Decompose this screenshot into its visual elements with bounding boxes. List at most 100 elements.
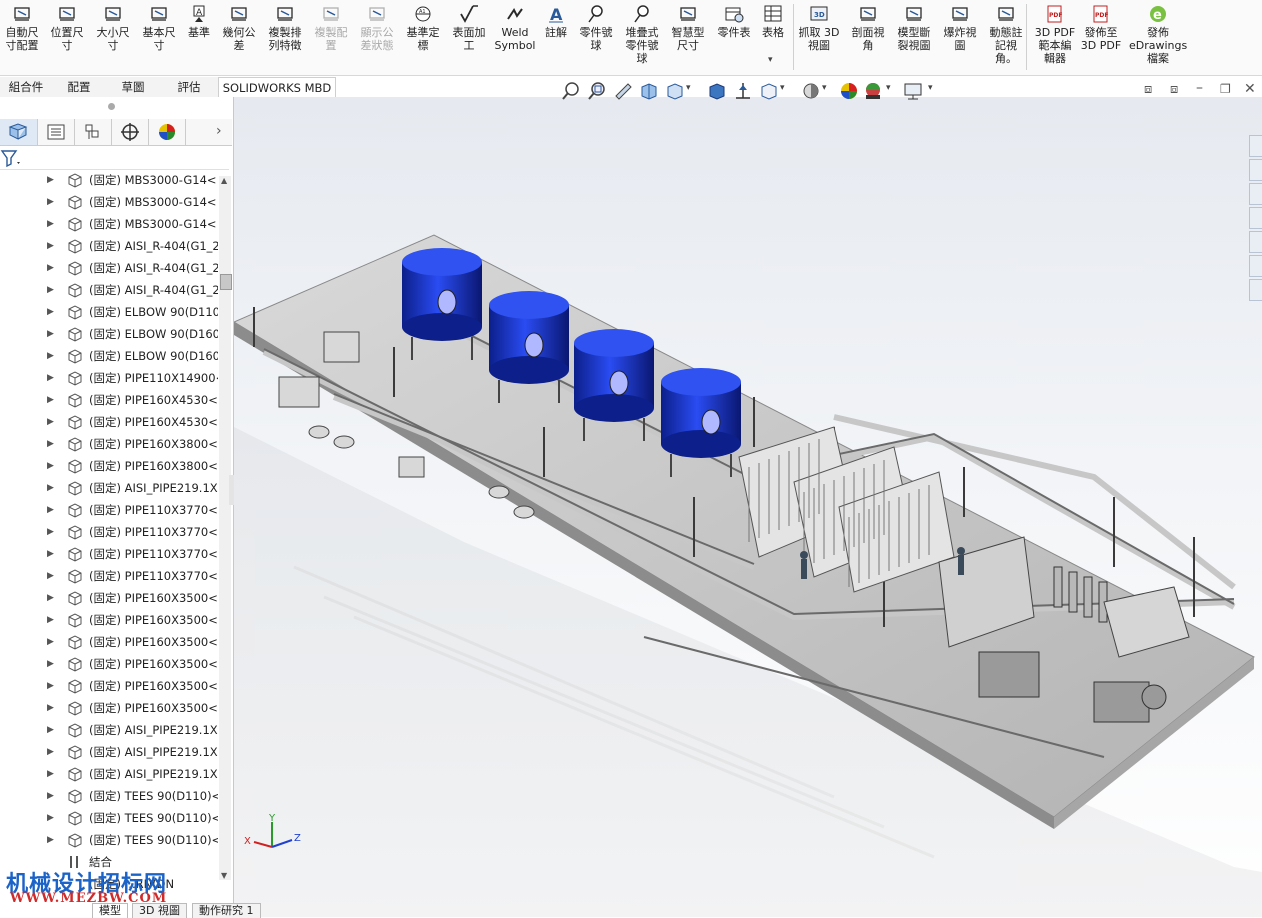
tree-item[interactable]: ▶ (固定) PIPE160X3800<2 bbox=[0, 455, 218, 477]
expand-arrow-icon[interactable]: ▶ bbox=[47, 367, 54, 389]
table-button[interactable]: 表格 bbox=[750, 4, 796, 39]
tree-item[interactable]: ▶ (固定) PIPE110X3770<4 bbox=[0, 565, 218, 587]
section-view-icon[interactable] bbox=[638, 80, 660, 102]
geo-tol-button[interactable]: 幾何公 差 bbox=[216, 4, 262, 52]
tree-item[interactable]: ▶ (固定) PIPE110X3770<3 bbox=[0, 543, 218, 565]
tree-item[interactable]: ▶ (固定) PIPE160X3500<2 bbox=[0, 609, 218, 631]
datum-target-button[interactable]: A1 基準定 標 bbox=[400, 4, 446, 52]
expand-arrow-icon[interactable]: ▶ bbox=[47, 235, 54, 257]
settings-dropdown-chevron-icon[interactable]: ▾ bbox=[928, 83, 933, 93]
tree-item[interactable]: ▶ (固定) PIPE160X3800<1 bbox=[0, 433, 218, 455]
expand-arrow-icon[interactable]: ▶ bbox=[47, 675, 54, 697]
scene-dropdown-chevron-icon[interactable]: ▾ bbox=[822, 83, 827, 93]
hide-show-items-icon[interactable] bbox=[732, 80, 754, 102]
tree-item[interactable]: ▶ (固定) AISI_PIPE219.1X2 bbox=[0, 477, 218, 499]
tree-item[interactable]: ▶ (固定) AISI_R-404(G1_2 bbox=[0, 235, 218, 257]
expand-arrow-icon[interactable]: ▶ bbox=[47, 279, 54, 301]
tree-item[interactable]: ▶ (固定) TEES 90(D110)< bbox=[0, 829, 218, 851]
tree-item[interactable]: ▶ (固定) PIPE160X3500<5 bbox=[0, 675, 218, 697]
expand-arrow-icon[interactable]: ▶ bbox=[47, 829, 54, 851]
scroll-thumb[interactable] bbox=[220, 274, 232, 290]
panel-tab-more-chevron-icon[interactable]: › bbox=[216, 123, 222, 139]
copy-scheme-button[interactable]: 複製配 置 bbox=[308, 4, 354, 52]
expand-arrow-icon[interactable]: ▶ bbox=[47, 257, 54, 279]
tree-item[interactable]: ▶ (固定) ELBOW 90(D160 bbox=[0, 323, 218, 345]
location-dim-button[interactable]: 位置尺 寸 bbox=[44, 4, 90, 52]
expand-arrow-icon[interactable]: ▶ bbox=[47, 433, 54, 455]
size-dim-button[interactable]: 大小尺 寸 bbox=[90, 4, 136, 52]
task-pane-library-icon[interactable] bbox=[1249, 207, 1262, 229]
dimxpert-tab[interactable] bbox=[111, 119, 149, 145]
tab-1[interactable]: 組合件 bbox=[0, 77, 53, 97]
copy-feature-button[interactable]: 複製排 列特徵 bbox=[262, 4, 308, 52]
tab-2[interactable]: 配置 bbox=[52, 77, 107, 97]
appearance-dropdown-chevron-icon[interactable]: ▾ bbox=[780, 83, 785, 93]
task-pane-appearance-icon[interactable] bbox=[1249, 231, 1262, 253]
auto-dim-button[interactable]: 自動尺 寸配置 bbox=[0, 4, 45, 52]
expand-arrow-icon[interactable]: ▶ bbox=[47, 609, 54, 631]
tree-item[interactable]: ▶ (固定) ELBOW 90(D160 bbox=[0, 345, 218, 367]
tab-4[interactable]: 評估 bbox=[160, 77, 219, 97]
explode-button[interactable]: 爆炸視 圖 bbox=[937, 4, 983, 52]
expand-arrow-icon[interactable]: ▶ bbox=[47, 521, 54, 543]
filter-funnel-icon[interactable] bbox=[0, 147, 24, 169]
close-icon[interactable]: ✕ bbox=[1244, 81, 1256, 97]
render-dropdown-chevron-icon[interactable]: ▾ bbox=[886, 83, 891, 93]
display-manager-tab[interactable] bbox=[148, 119, 186, 145]
expand-arrow-icon[interactable]: ▶ bbox=[47, 653, 54, 675]
tree-item[interactable]: ▶ (固定) PIPE160X4530<1 bbox=[0, 389, 218, 411]
expand-arrow-icon[interactable]: ▶ bbox=[47, 741, 54, 763]
pdf-template-button[interactable]: PDF 3D PDF 範本編 輯器 bbox=[1032, 4, 1078, 65]
task-pane-forum-icon[interactable] bbox=[1249, 279, 1262, 301]
tree-item[interactable]: ▶ (固定) PIPE110X3770<2 bbox=[0, 521, 218, 543]
view-settings-monitor-icon[interactable] bbox=[902, 80, 924, 102]
expand-arrow-icon[interactable]: ▶ bbox=[47, 191, 54, 213]
tree-item[interactable]: ▶ (固定) PIPE110X14900< bbox=[0, 367, 218, 389]
publish-pdf-button[interactable]: PDF 發佈至 3D PDF bbox=[1078, 4, 1124, 52]
minimize-icon[interactable]: – bbox=[1196, 80, 1203, 96]
view-orientation-dropdown-chevron-icon[interactable]: ▾ bbox=[686, 83, 691, 93]
tree-item[interactable]: ▶ (固定) ELBOW 90(D110 bbox=[0, 301, 218, 323]
scroll-up-arrow-icon[interactable]: ▲ bbox=[221, 176, 227, 185]
tree-item[interactable]: ▶ (固定) PIPE160X3500<1 bbox=[0, 587, 218, 609]
scroll-down-arrow-icon[interactable]: ▼ bbox=[221, 871, 227, 880]
display-style-icon[interactable] bbox=[706, 80, 728, 102]
surface-finish-button[interactable]: 表面加 工 bbox=[446, 4, 492, 52]
view-orientation-icon[interactable] bbox=[664, 80, 686, 102]
capture-3d-button[interactable]: 3D 抓取 3D 視圖 bbox=[796, 4, 842, 52]
tree-item[interactable]: ▶ (固定) MBS3000-G14< bbox=[0, 213, 218, 235]
property-manager-tab[interactable] bbox=[37, 119, 75, 145]
tree-item[interactable]: ▶ (固定) PIPE160X4530<2 bbox=[0, 411, 218, 433]
tree-item[interactable]: ▶ (固定) PIPE160X3500<3 bbox=[0, 631, 218, 653]
apply-scene-icon[interactable] bbox=[800, 80, 822, 102]
tile-left-icon[interactable]: ⧈ bbox=[1144, 82, 1152, 97]
expand-arrow-icon[interactable]: ▶ bbox=[47, 631, 54, 653]
feature-manager-tab[interactable] bbox=[0, 119, 38, 145]
show-tol-button[interactable]: 顯示公 差狀態 bbox=[354, 4, 400, 52]
table-dropdown-chevron-icon[interactable]: ▾ bbox=[768, 55, 773, 65]
restore-icon[interactable]: ❐ bbox=[1220, 82, 1231, 96]
expand-arrow-icon[interactable]: ▶ bbox=[47, 565, 54, 587]
expand-arrow-icon[interactable]: ▶ bbox=[47, 719, 54, 741]
tree-item[interactable]: ▶ (固定) TEES 90(D110)< bbox=[0, 807, 218, 829]
expand-arrow-icon[interactable]: ▶ bbox=[47, 697, 54, 719]
shadows-icon[interactable] bbox=[862, 80, 884, 102]
tree-item[interactable]: ▶ (固定) AISI_PIPE219.1X2 bbox=[0, 763, 218, 785]
zoom-to-fit-icon[interactable] bbox=[560, 80, 582, 102]
weld-button[interactable]: Weld Symbol bbox=[492, 4, 538, 52]
expand-arrow-icon[interactable]: ▶ bbox=[47, 763, 54, 785]
task-pane-list-icon[interactable] bbox=[1249, 255, 1262, 277]
configuration-manager-tab[interactable] bbox=[74, 119, 112, 145]
expand-arrow-icon[interactable]: ▶ bbox=[47, 345, 54, 367]
expand-arrow-icon[interactable]: ▶ bbox=[47, 543, 54, 565]
tree-item[interactable]: ▶ (固定) MBS3000-G14< bbox=[0, 191, 218, 213]
expand-arrow-icon[interactable]: ▶ bbox=[47, 213, 54, 235]
tree-item[interactable]: ▶ (固定) PIPE110X3770<1 bbox=[0, 499, 218, 521]
tree-item[interactable]: ▶ (固定) PIPE160X3500<6 bbox=[0, 697, 218, 719]
stacked-balloon-button[interactable]: 堆疊式 零件號 球 bbox=[619, 4, 665, 65]
tree-item[interactable]: ▶ (固定) AISI_PIPE219.1X2 bbox=[0, 741, 218, 763]
tab-3[interactable]: 草圖 bbox=[106, 77, 161, 97]
tree-vertical-scrollbar[interactable]: ▲ ▼ bbox=[219, 176, 232, 880]
expand-arrow-icon[interactable]: ▶ bbox=[47, 499, 54, 521]
task-pane-folder-icon[interactable] bbox=[1249, 183, 1262, 205]
